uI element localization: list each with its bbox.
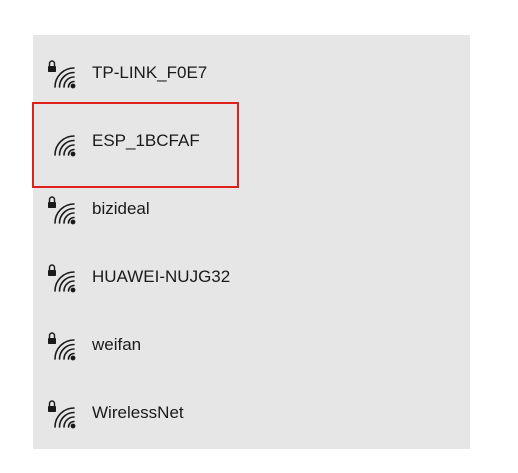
wifi-ssid-label: bizideal (92, 199, 150, 218)
wifi-secured-icon (48, 60, 76, 89)
wifi-secured-icon (48, 264, 76, 293)
wifi-ssid-label: HUAWEI-NUJG32 (92, 267, 231, 286)
wifi-secured-icon (48, 332, 76, 361)
wifi-network-list: TP-LINK_F0E7 ESP_1BCFAF bizideal HUAWEI-… (33, 35, 470, 449)
wifi-ssid-label: weifan (92, 335, 142, 354)
wifi-network-item[interactable]: bizideal (33, 175, 470, 243)
wifi-ssid-label: TP-LINK_F0E7 (92, 63, 208, 82)
wifi-secured-icon (48, 196, 76, 225)
wifi-ssid-label: WirelessNet (92, 403, 184, 422)
wifi-secured-icon (48, 400, 76, 429)
wifi-network-item[interactable]: ESP_1BCFAF (33, 107, 470, 175)
wifi-network-item[interactable]: weifan (33, 311, 470, 379)
wifi-ssid-label: ESP_1BCFAF (92, 131, 200, 150)
wifi-open-icon (54, 135, 76, 157)
wifi-network-item[interactable]: HUAWEI-NUJG32 (33, 243, 470, 311)
wifi-network-item[interactable]: WirelessNet (33, 379, 470, 447)
wifi-network-item[interactable]: TP-LINK_F0E7 (33, 39, 470, 107)
